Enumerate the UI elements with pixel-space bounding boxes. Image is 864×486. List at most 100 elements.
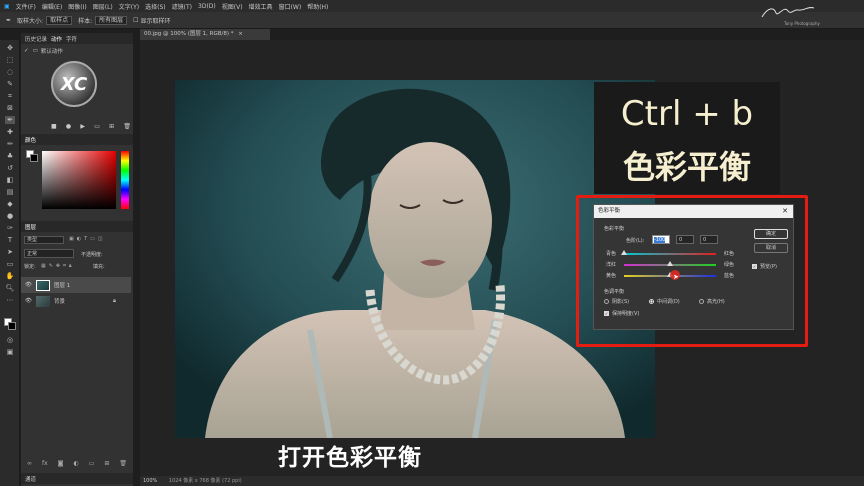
screen-mode-icon[interactable]: ▣ <box>5 348 15 356</box>
layer-name[interactable]: 图层 1 <box>54 281 70 289</box>
frame-tool-icon[interactable]: ⊠ <box>5 104 15 112</box>
close-tab-icon[interactable]: × <box>238 31 243 37</box>
move-tool-icon[interactable]: ✥ <box>5 44 15 52</box>
sample-size-select[interactable]: 取样点 <box>46 15 73 25</box>
level-input-magenta-green[interactable]: 0 <box>676 235 694 244</box>
menu-item-view[interactable]: 视图(V) <box>222 2 243 11</box>
menu-item-3d[interactable]: 3D(D) <box>198 3 216 10</box>
menu-item-type[interactable]: 文字(Y) <box>119 2 139 11</box>
slider-handle[interactable] <box>621 250 627 255</box>
logo-text: XC <box>60 73 88 95</box>
checkmark-icon[interactable]: ✓ <box>24 48 29 54</box>
level-input-cyan-red[interactable]: -100 <box>652 235 670 244</box>
hue-slider[interactable] <box>121 151 129 209</box>
type-tool-icon[interactable]: T <box>5 236 15 244</box>
layer-row[interactable]: 👁︎ 背景 🔒︎ <box>21 294 131 308</box>
fx-icon[interactable]: fx <box>42 460 48 468</box>
brush-tool-icon[interactable]: ✏ <box>5 140 15 148</box>
tab-color[interactable]: 颜色 <box>25 136 36 144</box>
record-icon[interactable]: ● <box>66 123 71 131</box>
eyedropper-tool-icon[interactable]: ✒ <box>5 116 15 124</box>
color-picker-field[interactable] <box>42 151 116 209</box>
tab-history[interactable]: 历史记录 <box>25 35 47 43</box>
stamp-tool-icon[interactable]: ♣ <box>5 152 15 160</box>
visibility-eye-icon[interactable]: 👁︎ <box>25 298 32 304</box>
menu-item-file[interactable]: 文件(F) <box>16 2 36 11</box>
show-ring-checkbox[interactable]: ☐ <box>133 17 138 24</box>
shape-tool-icon[interactable]: ▭ <box>5 260 15 268</box>
slider-handle[interactable] <box>667 261 673 266</box>
new-layer-icon[interactable]: ⊞ <box>104 460 109 468</box>
menu-item-layer[interactable]: 图层(L) <box>93 2 113 11</box>
background-color-swatch[interactable] <box>8 322 16 330</box>
slider-cyan-red-right-label: 红色 <box>724 251 735 257</box>
menu-item-edit[interactable]: 编辑(E) <box>42 2 62 11</box>
zoom-level[interactable]: 100% <box>143 478 157 484</box>
eyedropper-icon[interactable]: ✒ <box>6 17 11 24</box>
healing-tool-icon[interactable]: ✚ <box>5 128 15 136</box>
layer-kind-filter[interactable]: 类型 <box>24 236 64 244</box>
blur-tool-icon[interactable]: ◆ <box>5 200 15 208</box>
checkbox-checked-icon: ✓ <box>604 311 609 316</box>
delete-layer-icon[interactable]: 🗑︎ <box>119 460 127 468</box>
sample-select[interactable]: 所有图层 <box>95 15 128 25</box>
visibility-eye-icon[interactable]: 👁︎ <box>25 282 32 288</box>
tone-radio-highlights[interactable]: 高光(H) <box>699 298 725 305</box>
lasso-tool-icon[interactable]: ◌ <box>5 68 15 76</box>
tab-character[interactable]: 字符 <box>66 35 77 43</box>
tab-channels[interactable]: 通道 <box>25 475 36 483</box>
action-set-row[interactable]: ✓ ▭ 默认动作 <box>21 46 133 55</box>
quick-select-tool-icon[interactable]: ✎ <box>5 80 15 88</box>
zoom-tool-icon[interactable]: 🔍︎ <box>5 284 15 292</box>
dodge-tool-icon[interactable]: ● <box>5 212 15 220</box>
adjustment-layer-icon[interactable]: ◐ <box>73 460 78 468</box>
menu-item-plugins[interactable]: 增效工具 <box>249 2 273 11</box>
history-brush-icon[interactable]: ↺ <box>5 164 15 172</box>
quick-mask-icon[interactable]: ◎ <box>5 336 15 344</box>
ok-button[interactable]: 确定 <box>754 229 788 239</box>
pen-tool-icon[interactable]: ✑ <box>5 224 15 232</box>
document-tab[interactable]: 00.jpg @ 100% (图层 1, RGB/8) * × <box>140 29 270 40</box>
menu-item-help[interactable]: 帮助(H) <box>307 2 328 11</box>
new-group-icon[interactable]: ▭ <box>89 460 95 468</box>
tone-radio-midtones[interactable]: 中间调(D) <box>649 298 680 305</box>
marquee-tool-icon[interactable]: ⬚ <box>5 56 15 64</box>
crop-tool-icon[interactable]: ⌗ <box>5 92 15 100</box>
preserve-luminosity-checkbox[interactable]: ✓ 保持明度(V) <box>604 310 639 317</box>
cancel-button[interactable]: 取消 <box>754 243 788 253</box>
menu-item-filter[interactable]: 滤镜(T) <box>172 2 192 11</box>
preview-checkbox[interactable]: ✓ 预览(P) <box>752 263 777 270</box>
layer-row[interactable]: 👁︎ 图层 1 <box>21 277 131 293</box>
gradient-tool-icon[interactable]: ▤ <box>5 188 15 196</box>
close-icon[interactable]: ✕ <box>782 205 788 218</box>
layer-name[interactable]: 背景 <box>54 297 65 305</box>
slider-cyan-red[interactable] <box>624 253 716 255</box>
menu-item-select[interactable]: 选择(S) <box>145 2 166 11</box>
tab-layers[interactable]: 图层 <box>25 223 36 231</box>
hand-tool-icon[interactable]: ✋ <box>5 272 15 280</box>
dialog-title-bar[interactable]: 色彩平衡 ✕ <box>594 205 793 218</box>
layer-filter-icons[interactable]: ▣◐T▭◫ <box>69 236 129 244</box>
menu-item-image[interactable]: 图像(I) <box>68 2 86 11</box>
tab-actions[interactable]: 动作 <box>51 35 62 43</box>
eraser-tool-icon[interactable]: ◧ <box>5 176 15 184</box>
app-icon[interactable]: ▣ <box>4 3 10 10</box>
level-input-yellow-blue[interactable]: 0 <box>700 235 718 244</box>
new-action-icon[interactable]: ⊞ <box>109 123 114 131</box>
menu-item-window[interactable]: 窗口(W) <box>279 2 302 11</box>
levels-label: 色阶(L): <box>626 238 645 244</box>
stop-icon[interactable]: ■ <box>51 123 57 131</box>
play-icon[interactable]: ▶ <box>80 123 85 131</box>
color-balance-dialog[interactable]: 色彩平衡 ✕ 色彩平衡 色阶(L): -100 0 0 青色 红色 洋红 绿色 … <box>593 204 794 330</box>
blend-mode-select[interactable]: 正常 <box>24 249 74 258</box>
link-layers-icon[interactable]: ∞ <box>27 460 32 468</box>
add-mask-icon[interactable]: ◙ <box>58 460 64 468</box>
lock-icons[interactable]: ▦✎✥⌗🔒︎ <box>41 263 75 269</box>
slider-cyan-red-left-label: 青色 <box>606 251 617 257</box>
more-tools-icon[interactable]: ⋯ <box>5 296 15 304</box>
path-select-tool-icon[interactable]: ➤ <box>5 248 15 256</box>
new-set-icon[interactable]: ▭ <box>94 123 100 131</box>
tone-radio-shadows[interactable]: 阴影(S) <box>604 298 629 305</box>
delete-action-icon[interactable]: 🗑︎ <box>123 123 131 131</box>
mini-bg-swatch[interactable] <box>30 154 38 162</box>
